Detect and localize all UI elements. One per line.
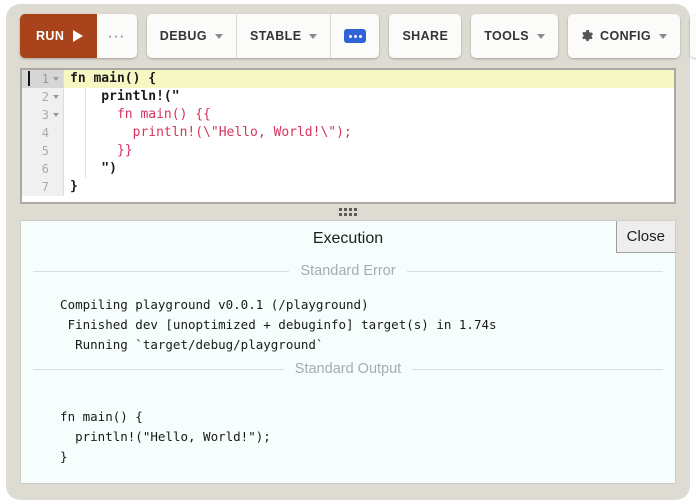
run-button[interactable]: RUN: [20, 14, 98, 58]
line-number: 5: [41, 144, 49, 158]
line-number: 3: [41, 108, 49, 122]
execution-panel: Execution Close Standard Error Compiling…: [20, 220, 676, 484]
close-button[interactable]: Close: [615, 221, 675, 253]
execution-header: Execution Close: [21, 221, 675, 257]
run-overflow-label: ···: [108, 28, 126, 44]
code-line-text: println!(": [70, 89, 180, 104]
run-button-group: RUN ···: [20, 14, 137, 58]
line-number-gutter[interactable]: 3: [22, 106, 64, 124]
config-dropdown[interactable]: CONFIG: [568, 14, 681, 58]
ellipsis-icon: [344, 29, 367, 43]
debug-label: DEBUG: [159, 29, 207, 43]
code-line[interactable]: 6 "): [22, 160, 674, 178]
channel-dropdown[interactable]: STABLE: [235, 14, 331, 58]
code-line-text: "): [70, 161, 117, 176]
share-group: SHARE: [389, 14, 462, 58]
line-number: 2: [41, 90, 49, 104]
code-editor[interactable]: 1 fn main() {2 println!(" 3 fn main() {{4 …: [20, 68, 676, 204]
code-line[interactable]: 3 fn main() {{: [22, 106, 674, 124]
run-button-label: RUN: [36, 29, 65, 43]
line-number-gutter[interactable]: 5: [22, 142, 64, 160]
chevron-down-icon: [659, 33, 668, 39]
code-line[interactable]: 4 println!(\"Hello, World!\");: [22, 124, 674, 142]
fold-toggle-icon[interactable]: [53, 112, 59, 117]
line-number: 4: [41, 126, 49, 140]
code-line[interactable]: 1 fn main() {: [22, 70, 674, 88]
stdout-section-header: Standard Output: [21, 361, 675, 377]
share-label: SHARE: [402, 29, 449, 43]
code-line-text: fn main() {{: [70, 107, 211, 122]
line-number: 6: [41, 162, 49, 176]
tools-group: TOOLS: [471, 14, 559, 58]
playground-app: RUN ··· DEBUG STABLE SHARE TOOLS CONFIG …: [0, 0, 696, 504]
line-number: 1: [41, 72, 49, 86]
execution-title: Execution: [312, 230, 384, 247]
grip-icon: [339, 208, 357, 216]
stable-label: STABLE: [249, 29, 302, 43]
chevron-down-icon: [214, 33, 223, 39]
tools-label: TOOLS: [484, 29, 530, 43]
stdout-label: Standard Output: [294, 361, 402, 377]
code-line[interactable]: 2 println!(": [22, 88, 674, 106]
code-line-text: println!(\"Hello, World!\");: [70, 125, 352, 140]
code-line-text: }: [70, 179, 78, 194]
code-line-text: fn main() {: [70, 71, 157, 86]
stderr-output: Compiling playground v0.0.1 (/playground…: [60, 297, 497, 352]
code-lines-container[interactable]: 1 fn main() {2 println!(" 3 fn main() {{4 …: [22, 70, 674, 196]
code-line-text: }}: [70, 143, 133, 158]
play-icon: [73, 30, 84, 42]
line-number-gutter[interactable]: 6: [22, 160, 64, 178]
config-label: CONFIG: [600, 29, 652, 43]
line-number-gutter[interactable]: 7: [22, 178, 64, 196]
panel-resize-handle[interactable]: [0, 204, 696, 220]
line-number-gutter[interactable]: 4: [22, 124, 64, 142]
text-cursor: [28, 71, 30, 86]
more-options-button[interactable]: [330, 14, 380, 58]
stderr-section-header: Standard Error: [21, 263, 675, 279]
chevron-down-icon: [309, 33, 318, 39]
stdout-output: fn main() { println!("Hello, World!"); }: [60, 409, 271, 464]
line-number-gutter[interactable]: 2: [22, 88, 64, 106]
close-button-label: Close: [626, 228, 665, 245]
run-overflow-button[interactable]: ···: [97, 14, 137, 58]
toolbar: RUN ··· DEBUG STABLE SHARE TOOLS CONFIG: [20, 14, 696, 58]
build-config-group: DEBUG STABLE: [146, 14, 380, 58]
code-line[interactable]: 7}: [22, 178, 674, 196]
gear-icon: [581, 29, 594, 43]
share-button[interactable]: SHARE: [389, 14, 462, 58]
config-group: CONFIG: [568, 14, 681, 58]
fold-toggle-icon[interactable]: [53, 94, 59, 99]
code-line[interactable]: 5 }}: [22, 142, 674, 160]
debug-dropdown[interactable]: DEBUG: [146, 14, 236, 58]
tools-dropdown[interactable]: TOOLS: [471, 14, 559, 58]
help-group: ?: [690, 14, 696, 58]
chevron-down-icon: [537, 33, 546, 39]
stderr-label: Standard Error: [300, 263, 396, 279]
fold-toggle-icon[interactable]: [53, 76, 59, 81]
line-number: 7: [41, 180, 49, 194]
help-button[interactable]: ?: [690, 14, 696, 58]
